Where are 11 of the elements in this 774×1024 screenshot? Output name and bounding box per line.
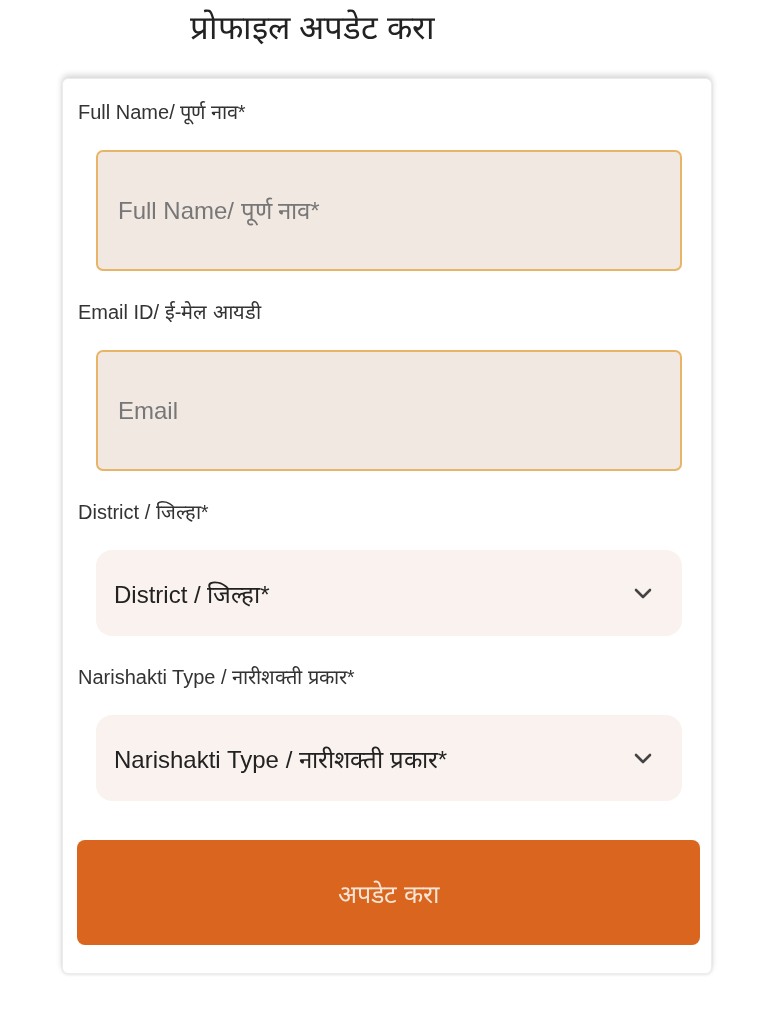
field-label: District / जिल्हा* bbox=[78, 500, 209, 525]
field-label: Email ID/ ई-मेल आयडी bbox=[78, 300, 261, 325]
field-label: Full Name/ पूर्ण नाव* bbox=[78, 100, 246, 127]
dropdown-field[interactable]: Narishakti Type / नारीशक्ती प्रकार* bbox=[96, 715, 682, 801]
dropdown-field[interactable]: District / जिल्हा* bbox=[96, 550, 682, 636]
field-label: Narishakti Type / नारीशक्ती प्रकार* bbox=[78, 665, 355, 690]
chevron-down-icon bbox=[634, 587, 652, 599]
page-title: प्रोफाइल अपडेट करा bbox=[190, 8, 436, 48]
text-input-field[interactable]: Full Name/ पूर्ण नाव* bbox=[96, 150, 682, 271]
chevron-down-icon bbox=[634, 752, 652, 764]
text-input-field[interactable]: Email bbox=[96, 350, 682, 471]
